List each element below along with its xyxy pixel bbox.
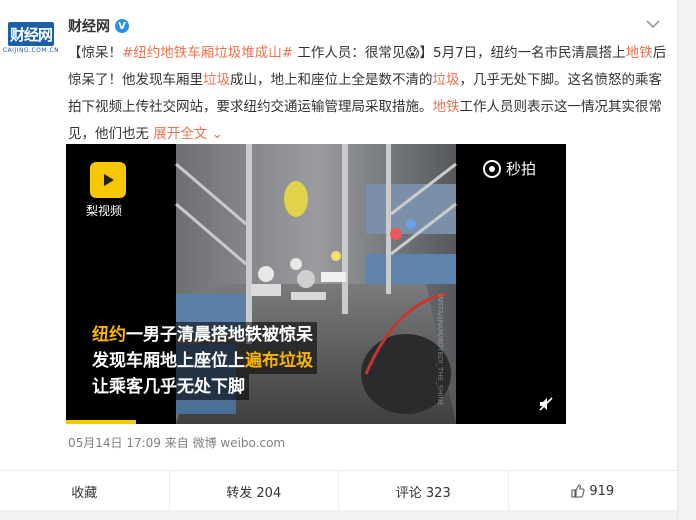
author-name[interactable]: 财经网 — [68, 16, 110, 36]
author-header: 财经网 V — [68, 16, 129, 36]
caption-text: 发现车厢地上座位上 — [92, 351, 245, 371]
thumbs-up-icon — [571, 484, 585, 498]
action-bar: 收藏 转发 204 评论 323 919 — [0, 470, 677, 511]
topic-link[interactable]: 垃圾 — [203, 72, 230, 88]
post-menu-chevron-icon[interactable] — [645, 18, 661, 30]
caption-text: 让乘客几乎无处下脚 — [92, 377, 245, 397]
mute-icon[interactable] — [538, 396, 554, 412]
video-caption: 纽约一男子清晨搭地铁被惊呆 发现车厢地上座位上遍布垃圾 让乘客几乎无处下脚 — [88, 322, 317, 400]
comment-button[interactable]: 评论 323 — [339, 471, 509, 511]
topic-link[interactable]: 垃圾 — [433, 72, 460, 88]
post-text-segment: 】5月7日，纽约一名市民清晨搭上 — [419, 45, 626, 61]
miaopai-logo-icon — [483, 159, 501, 178]
video-player[interactable]: 梨视频 秒拍 INSTAGRAM/BOYBOI_THE_SHINE 纽约一男子清… — [66, 144, 566, 424]
caption-highlight: 纽约 — [92, 325, 126, 345]
scrollbar[interactable] — [678, 0, 696, 520]
miaopai-label: 秒拍 — [506, 160, 537, 178]
caption-text: 一男子清晨搭地铁被惊呆 — [126, 325, 313, 345]
favorite-label: 收藏 — [71, 485, 98, 501]
expand-full-text-label: 展开全文 — [153, 126, 208, 142]
comment-label: 评论 323 — [395, 485, 451, 501]
pear-video-logo-icon — [90, 162, 126, 198]
topic-link[interactable]: #纽约地铁车厢垃圾堆成山# — [122, 45, 293, 61]
topic-link[interactable]: 地铁 — [626, 45, 653, 61]
expand-full-text-link[interactable]: 展开全文 ⌄ — [153, 126, 223, 142]
miaopai-brand: 秒拍 — [482, 158, 536, 179]
post-text: 【惊呆！#纽约地铁车厢垃圾堆成山# 工作人员：很常见😱】5月7日，纽约一名市民清… — [68, 40, 668, 148]
like-button[interactable]: 919 — [509, 471, 678, 511]
caption-highlight: 遍布垃圾 — [245, 351, 313, 371]
video-progress-bar[interactable] — [66, 420, 136, 424]
caijing-logo: 财经网 — [8, 22, 54, 46]
caption-line: 让乘客几乎无处下脚 — [88, 374, 249, 400]
repost-label: 转发 204 — [226, 485, 282, 501]
post-meta: 05月14日 17:09 来自 微博 weibo.com — [68, 436, 286, 450]
like-count: 919 — [589, 483, 615, 499]
post-text-segment: 成山，地上和座位上全是数不清的 — [230, 72, 433, 88]
favorite-button[interactable]: 收藏 — [0, 471, 170, 511]
chevron-down-icon: ⌄ — [207, 126, 223, 142]
repost-button[interactable]: 转发 204 — [170, 471, 339, 511]
topic-link[interactable]: 地铁 — [433, 99, 460, 115]
pear-video-brand: 梨视频 — [86, 204, 123, 218]
caption-line: 发现车厢地上座位上遍布垃圾 — [88, 348, 317, 374]
post-text-segment: 😱 — [405, 45, 420, 61]
verified-icon: V — [115, 19, 129, 33]
weibo-post-card: 财经网 CAIJING.COM.CN 财经网 V 【惊呆！#纽约地铁车厢垃圾堆成… — [0, 0, 678, 520]
caijing-logo-sub: CAIJING.COM.CN — [2, 47, 60, 54]
caption-line: 纽约一男子清晨搭地铁被惊呆 — [88, 322, 317, 348]
author-avatar[interactable]: 财经网 CAIJING.COM.CN — [2, 22, 60, 58]
post-text-segment: 工作人员：很常见 — [293, 45, 406, 61]
post-text-segment: 【惊呆！ — [68, 45, 122, 61]
video-watermark: INSTAGRAM/BOYBOI_THE_SHINE — [436, 294, 444, 407]
feed-gap — [0, 510, 677, 520]
